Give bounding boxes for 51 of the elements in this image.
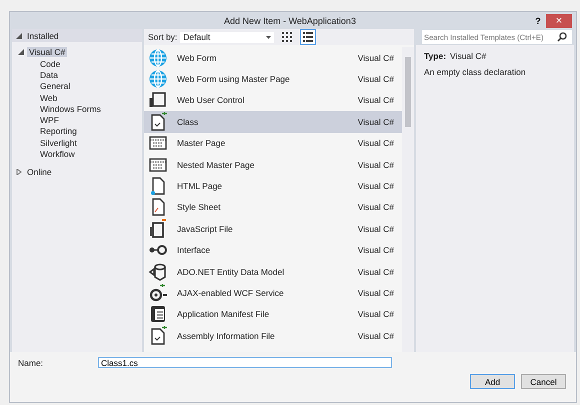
tree-item[interactable]: Installed: [12, 29, 142, 42]
globe-icon: [148, 69, 168, 90]
expander-icon[interactable]: [16, 32, 22, 38]
tree-item[interactable]: WPF: [38, 115, 61, 126]
tree-item[interactable]: Windows Forms: [38, 104, 103, 114]
tree-item[interactable]: Data: [38, 70, 60, 80]
template-item[interactable]: AJAX-enabled WCF Service Visual C#: [144, 282, 402, 304]
tree-item[interactable]: Silverlight: [38, 138, 79, 148]
template-item[interactable]: Web User Control Visual C#: [144, 90, 402, 112]
expander-icon[interactable]: [18, 49, 24, 55]
template-item[interactable]: ADO.NET Entity Data Model Visual C#: [144, 260, 402, 282]
list-view-icon[interactable]: [300, 29, 316, 45]
search-icon[interactable]: [557, 32, 569, 42]
tree-item[interactable]: Visual C#: [27, 47, 68, 57]
tree-item[interactable]: Web: [38, 92, 60, 103]
name-label: Name:: [18, 358, 44, 368]
template-item[interactable]: Nested Master Page Visual C#: [144, 154, 402, 176]
tree-item[interactable]: Online: [12, 166, 142, 179]
template-item[interactable]: Interface Visual C#: [144, 240, 402, 261]
template-item[interactable]: Master Page Visual C#: [144, 132, 402, 154]
type-label: Type:: [424, 51, 446, 61]
description-text: An empty class declaration: [424, 67, 527, 77]
dialog-button[interactable]: Add: [470, 374, 515, 389]
file-icon: [148, 304, 168, 324]
close-button[interactable]: ×: [546, 14, 572, 28]
template-item[interactable]: Application Manifest File Visual C#: [144, 304, 402, 326]
template-item[interactable]: JavaScript File Visual C#: [144, 218, 402, 240]
tree-item[interactable]: Code: [38, 58, 62, 69]
tree-item[interactable]: Workflow: [38, 149, 77, 160]
gear-icon: [148, 282, 168, 303]
template-item[interactable]: Web Form using Master Page Visual C#: [144, 68, 402, 90]
caret-icon: [266, 36, 272, 38]
sort-label: Sort by:: [148, 32, 178, 42]
expander-icon[interactable]: [16, 169, 22, 176]
window-title: Add New Item - WebApplication3: [223, 16, 357, 26]
name-field[interactable]: Class1.cs: [98, 357, 392, 368]
globe-icon: [148, 48, 168, 68]
type-value: Visual C#: [450, 51, 486, 61]
dialog-button[interactable]: Cancel: [521, 374, 566, 389]
template-item[interactable]: HTML Page Visual C#: [144, 175, 402, 197]
scrollbar[interactable]: [402, 47, 414, 352]
file-icon: [148, 218, 168, 239]
template-item[interactable]: Style Sheet Visual C#: [144, 196, 402, 218]
help-button[interactable]: ?: [530, 16, 546, 26]
tree-item[interactable]: Reporting: [38, 126, 79, 136]
sort-dropdown[interactable]: Default: [180, 32, 274, 42]
template-item[interactable]: Class Visual C#: [144, 111, 402, 133]
file-icon: [148, 262, 168, 282]
tree-item[interactable]: General: [38, 81, 72, 92]
template-item[interactable]: Assembly Information File Visual C#: [144, 325, 402, 346]
template-item[interactable]: Web Form Visual C#: [144, 47, 402, 68]
